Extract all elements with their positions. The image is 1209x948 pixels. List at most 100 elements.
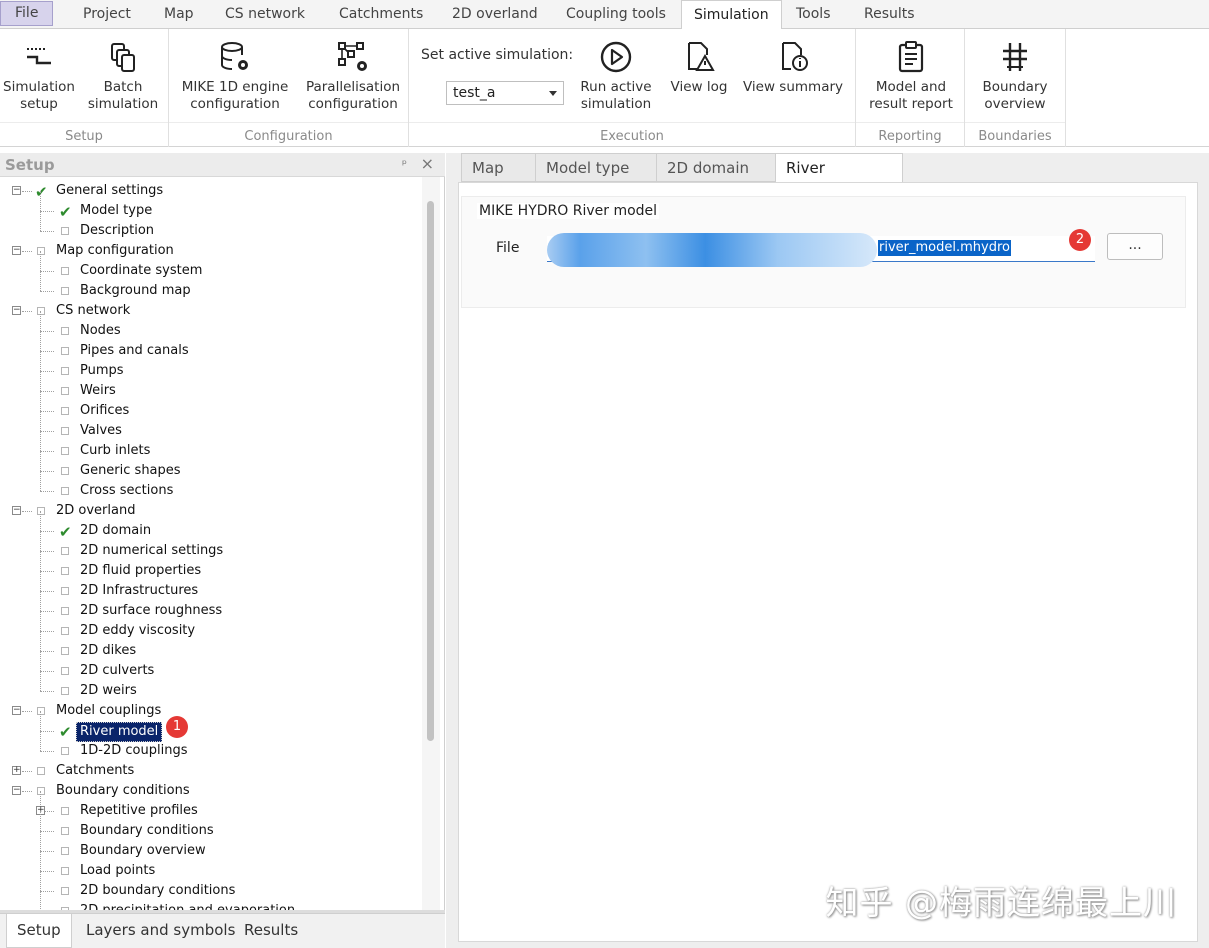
tree-item[interactable]: Coordinate system	[0, 251, 420, 281]
tree-item-label: Valves	[80, 423, 122, 438]
tree-item[interactable]: Orifices	[0, 391, 420, 421]
group-label-setup: Setup	[65, 129, 103, 144]
tree-item[interactable]: Load points	[0, 851, 420, 881]
status-box-icon	[37, 767, 45, 775]
tree-item[interactable]: Cross sections	[0, 471, 420, 501]
tab-project[interactable]: Project	[71, 0, 143, 29]
tree-item[interactable]: − Boundary conditions	[0, 781, 420, 801]
doc-tab-2d-domain[interactable]: 2D domain	[656, 153, 776, 182]
tree-item-label: Curb inlets	[80, 443, 151, 458]
tab-results-panel[interactable]: Results	[234, 914, 308, 948]
tree-item[interactable]: 2D surface roughness	[0, 591, 420, 621]
tree-item-label: Boundary conditions	[56, 783, 190, 798]
view-log-button[interactable]: View log	[664, 35, 734, 96]
tree-item[interactable]: 2D fluid properties	[0, 551, 420, 581]
engine-config-button[interactable]: MIKE 1D engine configuration	[177, 35, 293, 113]
tab-layers-and-symbols[interactable]: Layers and symbols	[76, 914, 245, 948]
collapse-icon[interactable]: −	[12, 306, 21, 315]
tree-item[interactable]: 2D eddy viscosity	[0, 611, 420, 641]
tree-item[interactable]: Description	[0, 211, 420, 241]
tree-item-label: Pumps	[80, 363, 124, 378]
doc-tab-map[interactable]: Map	[461, 153, 536, 182]
tree-item[interactable]: Background map	[0, 271, 420, 301]
collapse-icon[interactable]: −	[12, 246, 21, 255]
status-box-icon	[61, 487, 69, 495]
tree-item[interactable]: ✔ River model	[0, 711, 420, 742]
tree-item[interactable]: Boundary overview	[0, 831, 420, 861]
batch-simulation-button[interactable]: Batch simulation	[86, 35, 160, 113]
tab-file[interactable]: File	[0, 1, 54, 26]
tree-item-label: Orifices	[80, 403, 130, 418]
tree-item[interactable]: + Repetitive profiles	[0, 791, 420, 821]
collapse-icon[interactable]: −	[12, 506, 21, 515]
tree-item-label: Catchments	[56, 763, 135, 778]
tree-item[interactable]: ✔ Model type	[0, 191, 420, 221]
tree-item[interactable]: Weirs	[0, 371, 420, 401]
tree-item-label: 2D dikes	[80, 643, 137, 658]
tab-results[interactable]: Results	[852, 0, 927, 29]
tab-catchments[interactable]: Catchments	[327, 0, 435, 29]
tree-item[interactable]: Pumps	[0, 351, 420, 381]
tab-cs-network[interactable]: CS network	[213, 0, 317, 29]
tree-item[interactable]: − CS network	[0, 301, 420, 321]
tree-item[interactable]: + Catchments	[0, 761, 420, 781]
group-reporting: Model and result report Reporting	[856, 29, 965, 147]
tree-item[interactable]: ✔ 2D domain	[0, 511, 420, 541]
status-box-icon	[61, 407, 69, 415]
collapse-icon[interactable]: −	[12, 786, 21, 795]
tree-item[interactable]: 2D Infrastructures	[0, 571, 420, 601]
group-boundaries: Boundary overview Boundaries	[965, 29, 1066, 147]
tree-item[interactable]: Pipes and canals	[0, 331, 420, 361]
browse-button[interactable]: ...	[1107, 233, 1163, 260]
parallel-config-button[interactable]: Parallelisation configuration	[303, 35, 403, 113]
tree-item[interactable]: 2D numerical settings	[0, 531, 420, 561]
tree-scrollbar[interactable]	[422, 177, 440, 910]
annotation-badge-2: 2	[1069, 229, 1091, 251]
group-label-execution: Execution	[600, 129, 664, 144]
tree-item[interactable]: Boundary conditions	[0, 811, 420, 841]
engine-config-icon	[177, 35, 293, 79]
run-active-simulation-button[interactable]: Run active simulation	[575, 35, 657, 113]
active-simulation-select[interactable]: test_a	[446, 81, 564, 105]
tree-item[interactable]: Curb inlets	[0, 431, 420, 461]
status-box-icon	[61, 367, 69, 375]
tree-item[interactable]: − ✔ General settings	[0, 181, 420, 201]
simulation-setup-button[interactable]: Simulation setup	[2, 35, 76, 113]
doc-tab-model-type[interactable]: Model type	[535, 153, 657, 182]
tree-item-label: Background map	[80, 283, 191, 298]
tab-coupling-tools[interactable]: Coupling tools	[554, 0, 678, 29]
status-box-icon	[37, 707, 45, 715]
expand-icon[interactable]: +	[12, 766, 21, 775]
collapse-icon[interactable]: −	[12, 706, 21, 715]
collapse-icon[interactable]: −	[12, 186, 21, 195]
status-box-icon	[61, 267, 69, 275]
tab-simulation[interactable]: Simulation	[681, 0, 782, 30]
close-icon[interactable]: ×	[421, 154, 434, 173]
tab-map[interactable]: Map	[152, 0, 206, 29]
tree-item[interactable]: 2D culverts	[0, 651, 420, 681]
tree-item[interactable]: 2D dikes	[0, 631, 420, 661]
tree-item[interactable]: Valves	[0, 411, 420, 441]
boundary-overview-button[interactable]: Boundary overview	[970, 35, 1060, 113]
tree-item[interactable]: 2D boundary conditions	[0, 871, 420, 901]
tree-item[interactable]: Nodes	[0, 311, 420, 341]
model-result-report-button[interactable]: Model and result report	[861, 35, 961, 113]
tab-2d-overland[interactable]: 2D overland	[440, 0, 550, 29]
tab-tools[interactable]: Tools	[784, 0, 843, 29]
view-summary-button[interactable]: View summary	[741, 35, 845, 96]
tree-item[interactable]: 2D weirs	[0, 671, 420, 701]
status-box-icon	[61, 807, 69, 815]
tree-item[interactable]: Generic shapes	[0, 451, 420, 481]
pin-icon[interactable]: ᵖ	[402, 157, 407, 171]
tab-setup[interactable]: Setup	[6, 914, 72, 948]
tree-item[interactable]: − Model couplings	[0, 701, 420, 721]
scroll-thumb[interactable]	[427, 201, 434, 741]
file-path-input[interactable]: river_model.mhydro	[547, 233, 1095, 267]
file-label: File	[496, 240, 520, 256]
tree-item[interactable]: − 2D overland	[0, 501, 420, 521]
group-configuration: MIKE 1D engine configuration Parallelisa…	[169, 29, 409, 147]
tree-item[interactable]: − Map configuration	[0, 241, 420, 261]
doc-tab-river-model[interactable]: River model×	[775, 153, 903, 205]
tree-item[interactable]: 1D-2D couplings	[0, 731, 420, 761]
tree-item-label: Repetitive profiles	[80, 803, 198, 818]
